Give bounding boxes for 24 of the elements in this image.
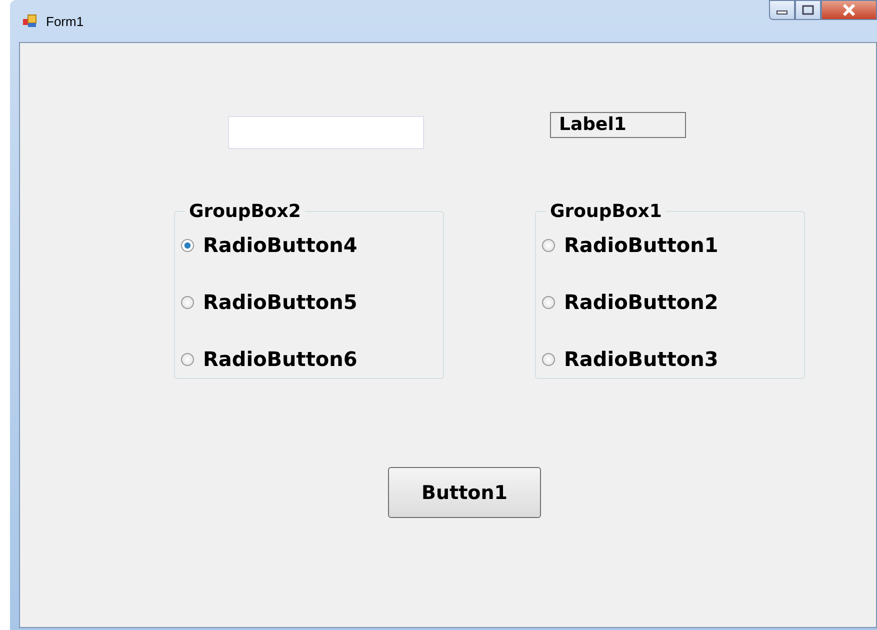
- radio-circle[interactable]: [542, 296, 555, 308]
- text-field[interactable]: [228, 116, 424, 149]
- radio-button[interactable]: RadioButton1: [542, 230, 718, 260]
- close-button[interactable]: [821, 0, 877, 20]
- window-title: Form1: [46, 14, 84, 28]
- radio-circle[interactable]: [181, 238, 194, 252]
- radio-circle[interactable]: [181, 296, 194, 308]
- minimize-button[interactable]: [769, 0, 795, 20]
- restore-icon: [802, 5, 814, 15]
- form-icon: [22, 13, 38, 29]
- radio-button[interactable]: RadioButton3: [542, 344, 718, 374]
- group-box-title: GroupBox1: [549, 201, 663, 222]
- group-box-title: GroupBox2: [188, 201, 302, 222]
- maximize-button[interactable]: [795, 0, 821, 20]
- radio-circle[interactable]: [181, 352, 194, 366]
- radio-button[interactable]: RadioButton2: [542, 287, 718, 317]
- radio-circle[interactable]: [542, 352, 555, 366]
- label: Label1: [550, 112, 686, 138]
- radio-button[interactable]: RadioButton6: [181, 344, 358, 374]
- button[interactable]: Button1: [388, 467, 541, 518]
- close-icon: [842, 4, 856, 16]
- radio-button[interactable]: RadioButton4: [181, 230, 358, 260]
- radio-button[interactable]: RadioButton5: [181, 287, 358, 317]
- radio-circle[interactable]: [542, 238, 555, 252]
